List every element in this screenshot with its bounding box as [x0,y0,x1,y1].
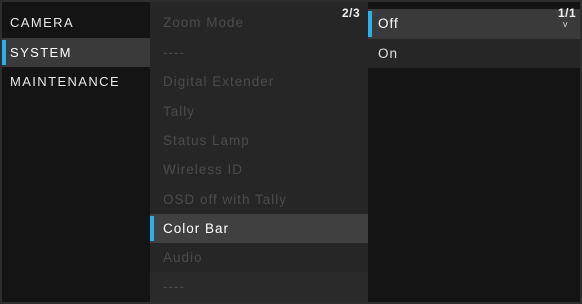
menu-item-label: ---- [163,279,185,294]
menu-item-status-lamp[interactable]: Status Lamp [150,126,368,155]
menu-item-label: Digital Extender [163,74,275,89]
menu-item-label: ---- [163,45,185,60]
option-label: On [378,46,399,61]
menu-item-osd-off-with-tally[interactable]: OSD off with Tally [150,185,368,214]
menu-item-color-bar[interactable]: Color Bar [150,214,368,243]
option-list: Off On 1/1 v [368,0,582,304]
osd-menu-screen: CAMERA SYSTEM MAINTENANCE Zoom Mode ----… [0,0,582,304]
menu-item-label: OSD off with Tally [163,192,288,207]
category-system[interactable]: SYSTEM [2,38,150,67]
category-label: SYSTEM [10,45,72,60]
page-indicator: 2/3 [342,6,361,20]
menu-item-separator: ---- [150,272,368,301]
menu-item-zoom-mode[interactable]: Zoom Mode [150,8,368,37]
menu-item-label: Audio [163,250,203,265]
scroll-down-icon[interactable]: v [563,20,568,29]
option-label: Off [378,16,399,31]
menu-item-label: Color Bar [163,221,230,236]
menu-item-digital-extender[interactable]: Digital Extender [150,67,368,96]
menu-item-label: Wireless ID [163,162,244,177]
menu-item-label: Tally [163,104,196,119]
category-camera[interactable]: CAMERA [2,8,150,37]
category-maintenance[interactable]: MAINTENANCE [2,67,150,96]
menu-item-wireless-id[interactable]: Wireless ID [150,155,368,184]
option-on[interactable]: On [368,39,582,68]
category-label: MAINTENANCE [10,74,121,89]
option-off[interactable]: Off [368,9,582,39]
menu-item-label: Zoom Mode [163,15,245,30]
system-submenu: Zoom Mode ---- Digital Extender Tally St… [150,0,368,304]
options-page-indicator: 1/1 [558,6,577,20]
menu-item-label: Status Lamp [163,133,250,148]
category-label: CAMERA [10,15,75,30]
menu-item-audio[interactable]: Audio [150,243,368,272]
category-menu: CAMERA SYSTEM MAINTENANCE [0,0,150,304]
menu-item-separator: ---- [150,38,368,67]
menu-item-tally[interactable]: Tally [150,97,368,126]
